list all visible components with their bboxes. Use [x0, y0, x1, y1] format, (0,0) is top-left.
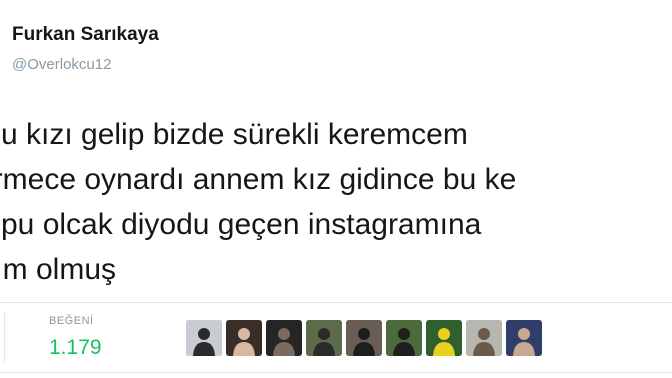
author-handle[interactable]: @Overlokcu12 — [12, 56, 111, 73]
group-photo-icon — [306, 320, 342, 356]
liker-avatar[interactable] — [266, 320, 302, 356]
liker-avatar[interactable] — [346, 320, 382, 356]
liker-avatar[interactable] — [306, 320, 342, 356]
liker-avatars — [186, 320, 542, 356]
liker-avatar[interactable] — [506, 320, 542, 356]
tweet-text-line: irmece oynardı annem kız gidince bu ke — [0, 163, 517, 196]
stat-separator — [4, 312, 5, 362]
tweet-text: şu kızı gelip bizde sürekli keremcem irm… — [0, 112, 672, 292]
person-photo-icon — [226, 320, 262, 356]
liker-avatar[interactable] — [466, 320, 502, 356]
stats-divider — [0, 372, 672, 373]
person-silhouette-icon — [186, 320, 222, 356]
likes-count[interactable]: 1.179 — [49, 336, 102, 360]
stats-divider — [0, 302, 672, 303]
author-name[interactable]: Furkan Sarıkaya — [12, 24, 159, 46]
team-photo-icon — [426, 320, 462, 356]
liker-avatar[interactable] — [386, 320, 422, 356]
tweet-card: Furkan Sarıkaya @Overlokcu12 şu kızı gel… — [0, 0, 672, 378]
person-photo-icon — [346, 320, 382, 356]
liker-avatar[interactable] — [186, 320, 222, 356]
liker-avatar[interactable] — [226, 320, 262, 356]
person-photo-icon — [466, 320, 502, 356]
tweet-text-line: tım olmuş — [0, 253, 117, 286]
person-photo-icon — [386, 320, 422, 356]
tweet-text-line: spu olcak diyodu geçen instagramına — [0, 208, 482, 241]
person-photo-icon — [506, 320, 542, 356]
person-photo-icon — [266, 320, 302, 356]
tweet-text-line: şu kızı gelip bizde sürekli keremcem — [0, 118, 468, 151]
likes-label[interactable]: BEĞENİ — [49, 315, 94, 327]
liker-avatar[interactable] — [426, 320, 462, 356]
